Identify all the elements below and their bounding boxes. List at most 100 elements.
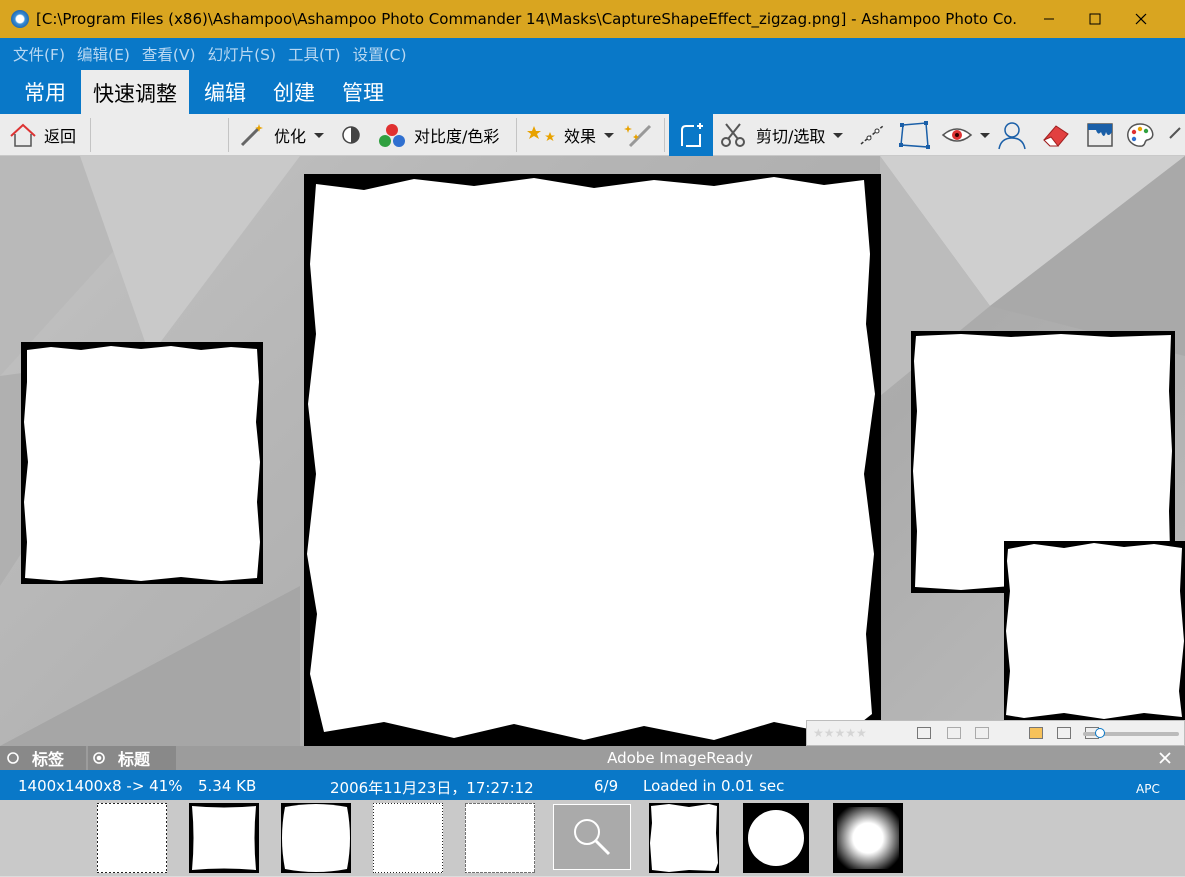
brush-effect-button[interactable] (622, 114, 656, 156)
chevron-down-icon (980, 133, 990, 138)
chevron-down-icon (314, 133, 325, 138)
panel-source: Adobe ImageReady (607, 749, 753, 767)
back-button[interactable]: 返回 (8, 114, 76, 156)
effects-label: 效果 (564, 127, 597, 146)
brush-sparkle-icon (624, 124, 652, 148)
optimize-button[interactable]: 优化 (238, 114, 326, 156)
palette-button[interactable] (1124, 114, 1158, 156)
radio-off-icon (7, 752, 19, 764)
panel-close-button[interactable] (1158, 750, 1172, 769)
thumbnail[interactable] (372, 802, 444, 874)
close-icon (1159, 752, 1171, 764)
thumbnail[interactable] (189, 803, 259, 873)
thumbnail-image (96, 802, 168, 874)
tab-edit[interactable]: 编辑 (192, 70, 258, 114)
more-tools-button[interactable] (1166, 114, 1185, 156)
thumbnail-image (372, 802, 444, 874)
tab-quick-adjust[interactable]: 快速调整 (81, 70, 189, 114)
menu-edit[interactable]: 编辑(E) (77, 43, 130, 65)
thumbnail[interactable] (281, 803, 351, 873)
cut-select-button[interactable]: 剪切/选取 (718, 114, 845, 156)
thumbnail[interactable] (464, 802, 536, 874)
menu-slideshow[interactable]: 幻灯片(S) (208, 43, 276, 65)
zoom-in-image-icon[interactable] (1029, 727, 1043, 739)
tab-tags-label: 标签 (32, 750, 65, 769)
overlay-image-preview[interactable] (1004, 541, 1185, 721)
perspective-button[interactable] (898, 114, 932, 156)
thumbnail[interactable] (743, 803, 813, 873)
thumbnail-image (189, 803, 259, 873)
brightness-icon (342, 126, 360, 144)
tab-tags[interactable]: 标签 (0, 746, 86, 770)
auto-select-button[interactable] (669, 114, 713, 156)
thumbnail[interactable] (833, 803, 903, 873)
maximize-button[interactable] (1072, 0, 1118, 38)
rating-stars-icon[interactable]: ★★★★★ (813, 726, 867, 740)
title-bar: [C:\Program Files (x86)\Ashampoo\Ashampo… (0, 0, 1185, 38)
contrast-color-button[interactable]: 对比度/色彩 (376, 114, 499, 156)
eraser-button[interactable] (1040, 114, 1072, 156)
zigzag-frame-shape (1006, 543, 1184, 719)
thumbnail-image (649, 803, 719, 873)
stars-icon (527, 126, 555, 141)
menu-view[interactable]: 查看(V) (142, 43, 196, 65)
tab-create[interactable]: 创建 (261, 70, 327, 114)
viewer-mini-toolbar: ★★★★★ (806, 720, 1185, 746)
magic-wand-icon (240, 124, 263, 147)
color-circles-icon (379, 124, 405, 147)
straighten-icon (860, 125, 884, 145)
menu-tools[interactable]: 工具(T) (288, 43, 341, 65)
image-icon[interactable] (917, 727, 931, 739)
thumbnail[interactable] (649, 803, 719, 873)
radio-on-icon (93, 752, 105, 764)
tab-caption[interactable]: 标题 (88, 746, 176, 770)
optimize-label: 优化 (274, 127, 307, 146)
tab-manage[interactable]: 管理 (330, 70, 396, 114)
zigzag-shape (307, 177, 875, 740)
thumbnail-selected[interactable] (553, 804, 631, 870)
status-filesize: 5.34 KB (198, 777, 257, 795)
window-title: [C:\Program Files (x86)\Ashampoo\Ashampo… (36, 10, 1016, 28)
tab-common[interactable]: 常用 (12, 70, 78, 114)
minimize-button[interactable] (1026, 0, 1072, 38)
thumbnail-image (743, 803, 809, 873)
zoom-slider-handle[interactable] (1095, 728, 1105, 738)
chevron-down-icon (833, 133, 844, 138)
status-bar: 1400x1400x8 -> 41% 5.34 KB 2006年11月23日，1… (0, 770, 1185, 800)
minimize-icon (1044, 18, 1054, 20)
status-dimensions: 1400x1400x8 -> 41% (18, 777, 183, 795)
portrait-icon (998, 122, 1026, 150)
fill-button[interactable] (1084, 114, 1116, 156)
filmstrip (0, 800, 1185, 876)
red-eye-button[interactable] (940, 114, 992, 156)
effects-button[interactable]: 效果 (526, 114, 616, 156)
palette-icon (1127, 123, 1154, 147)
menu-settings[interactable]: 设置(C) (353, 43, 407, 65)
compare-icon[interactable] (947, 727, 961, 739)
maximize-icon (1089, 13, 1101, 25)
thumbnail-image (281, 803, 351, 873)
image-viewer[interactable]: ★★★★★ (0, 156, 1185, 746)
previous-image-preview[interactable] (21, 342, 263, 584)
info-panel-bar: 标签 标题 Adobe ImageReady (0, 746, 1185, 770)
zoom-out-image-icon[interactable] (1057, 727, 1071, 739)
ribbon-tabs: 常用 快速调整 编辑 创建 管理 (0, 70, 1185, 114)
menu-file[interactable]: 文件(F) (13, 43, 65, 65)
status-apc: APC (1136, 782, 1160, 796)
tab-caption-label: 标题 (118, 750, 151, 769)
thumbnail[interactable] (96, 802, 168, 874)
status-date: 2006年11月23日，17:27:12 (330, 779, 534, 797)
auto-crop-icon (681, 123, 703, 147)
straighten-button[interactable] (857, 114, 887, 156)
retouch-button[interactable] (996, 114, 1032, 156)
split-view-icon[interactable] (975, 727, 989, 739)
eraser-icon (1043, 125, 1069, 147)
tool-icon (1169, 127, 1181, 139)
chevron-down-icon (604, 133, 615, 138)
current-image[interactable] (304, 174, 881, 746)
brightness-button[interactable] (338, 114, 364, 156)
status-position: 6/9 (594, 777, 619, 795)
app-icon[interactable] (11, 10, 29, 28)
close-button[interactable] (1118, 0, 1164, 38)
toolbar: 返回 优化 对比度/色彩 效果 剪切/选取 (0, 114, 1185, 156)
